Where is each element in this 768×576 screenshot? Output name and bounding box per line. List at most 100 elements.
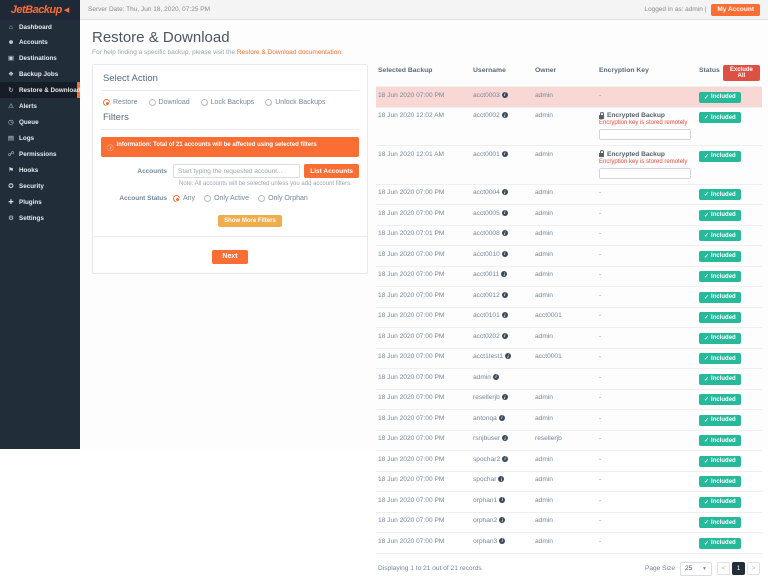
account-info-icon[interactable]: i <box>502 92 508 98</box>
sidebar-item-hooks[interactable]: ⚑ Hooks <box>0 162 80 178</box>
sidebar-item-settings[interactable]: ⚙ Settings <box>0 210 80 226</box>
app-logo[interactable]: JetBackup ◀ <box>0 0 80 20</box>
header-selected-backup[interactable]: Selected Backup <box>376 61 471 79</box>
sidebar-collapse-icon[interactable]: ◀ <box>64 6 69 14</box>
account-info-icon[interactable]: i <box>498 476 504 482</box>
next-button[interactable]: Next <box>212 250 247 264</box>
backup-username: antonqai <box>471 410 533 426</box>
encryption-key-cell: Encrypted BackupEncryption key is stored… <box>597 146 697 184</box>
radio-icon[interactable] <box>204 195 211 202</box>
included-toggle-button[interactable]: ✓Included <box>699 151 741 162</box>
header-owner[interactable]: Owner <box>533 61 597 79</box>
status-radio-any[interactable]: Any <box>173 195 195 202</box>
sidebar-item-accounts[interactable]: ☻ Accounts <box>0 35 80 50</box>
included-toggle-button[interactable]: ✓Included <box>699 112 741 123</box>
action-radio-unlock-backups[interactable]: Unlock Backups <box>265 99 325 106</box>
account-info-icon[interactable]: i <box>502 312 508 318</box>
table-row: 18 Jun 2020 12:01 AM acct0001i admin Enc… <box>376 146 762 185</box>
included-toggle-button[interactable]: ✓Included <box>699 476 741 487</box>
radio-icon[interactable] <box>103 99 110 106</box>
exclude-all-button[interactable]: Exclude All <box>723 65 760 81</box>
sidebar-item-security[interactable]: ✪ Security <box>0 178 80 194</box>
accounts-input[interactable] <box>173 164 300 178</box>
encryption-key-input[interactable] <box>599 129 691 140</box>
account-info-icon[interactable]: i <box>499 517 505 523</box>
prev-page-button[interactable]: < <box>717 562 730 575</box>
header-username[interactable]: Username <box>471 61 533 79</box>
included-toggle-button[interactable]: ✓Included <box>699 394 741 405</box>
backup-username: acct0002i <box>471 108 533 124</box>
docs-link[interactable]: Restore & Download documentation. <box>237 49 343 56</box>
radio-icon[interactable] <box>201 99 208 106</box>
sidebar-item-queue[interactable]: ◷ Queue <box>0 114 80 130</box>
included-toggle-button[interactable]: ✓Included <box>699 353 741 364</box>
account-info-icon[interactable]: i <box>493 374 499 380</box>
account-info-icon[interactable]: i <box>502 292 508 298</box>
sidebar-item-plugins[interactable]: ✚ Plugins <box>0 194 80 210</box>
action-radio-group: Restore Download Lock Backups Unlock Backup… <box>93 91 367 109</box>
table-row: 18 Jun 2020 07:00 PM orphan1i admin - ✓I… <box>376 492 762 513</box>
account-info-icon[interactable]: i <box>502 333 508 339</box>
included-toggle-button[interactable]: ✓Included <box>699 415 741 426</box>
encryption-key-cell: - <box>597 492 697 508</box>
account-info-icon[interactable]: i <box>499 415 505 421</box>
included-toggle-button[interactable]: ✓Included <box>699 517 741 528</box>
included-toggle-button[interactable]: ✓Included <box>699 333 741 344</box>
encryption-key-cell: - <box>597 451 697 467</box>
included-toggle-button[interactable]: ✓Included <box>699 251 741 262</box>
radio-icon[interactable] <box>173 195 180 202</box>
account-info-icon[interactable]: i <box>499 538 505 544</box>
included-toggle-button[interactable]: ✓Included <box>699 435 741 446</box>
sidebar-item-destinations[interactable]: ▣ Destinations <box>0 50 80 66</box>
my-account-button[interactable]: My Account <box>711 4 760 16</box>
included-toggle-button[interactable]: ✓Included <box>699 271 741 282</box>
sidebar-item-permissions[interactable]: ☍ Permissions <box>0 146 80 162</box>
sidebar-item-dashboard[interactable]: ⌂ Dashboard <box>0 20 80 35</box>
table-row: 18 Jun 2020 07:00 PM acct0005i admin - ✓… <box>376 205 762 226</box>
header-encryption-key[interactable]: Encryption Key <box>597 61 697 79</box>
account-info-icon[interactable]: i <box>502 112 508 118</box>
included-toggle-button[interactable]: ✓Included <box>699 210 741 221</box>
account-info-icon[interactable]: i <box>502 230 508 236</box>
action-radio-download[interactable]: Download <box>149 99 190 106</box>
included-toggle-button[interactable]: ✓Included <box>699 374 741 385</box>
included-toggle-button[interactable]: ✓Included <box>699 292 741 303</box>
included-toggle-button[interactable]: ✓Included <box>699 538 741 549</box>
action-radio-restore[interactable]: Restore <box>103 99 138 106</box>
account-info-icon[interactable]: i <box>505 353 511 359</box>
included-toggle-button[interactable]: ✓Included <box>699 189 741 200</box>
sidebar-item-logs[interactable]: ▤ Logs <box>0 130 80 146</box>
included-toggle-button[interactable]: ✓Included <box>699 230 741 241</box>
server-date: Server Date: Thu, Jun 18, 2020, 07:25 PM <box>88 6 210 13</box>
account-info-icon[interactable]: i <box>502 210 508 216</box>
included-toggle-button[interactable]: ✓Included <box>699 92 741 103</box>
list-accounts-button[interactable]: List Accounts <box>304 164 359 178</box>
account-info-icon[interactable]: i <box>502 151 508 157</box>
table-row: 18 Jun 2020 07:00 PM admini - ✓Included <box>376 369 762 390</box>
included-toggle-button[interactable]: ✓Included <box>699 312 741 323</box>
file-icon: ▤ <box>7 134 15 142</box>
radio-icon[interactable] <box>265 99 272 106</box>
account-info-icon[interactable]: i <box>502 394 508 400</box>
status-radio-only-orphan[interactable]: Only Orphan <box>258 195 308 202</box>
sidebar-item-backup-jobs[interactable]: ❖ Backup Jobs <box>0 66 80 82</box>
next-page-button[interactable]: > <box>747 562 760 575</box>
status-radio-only-active[interactable]: Only Active <box>204 195 249 202</box>
included-toggle-button[interactable]: ✓Included <box>699 497 741 508</box>
account-info-icon[interactable]: i <box>502 189 508 195</box>
radio-icon[interactable] <box>149 99 156 106</box>
account-info-icon[interactable]: i <box>502 251 508 257</box>
included-toggle-button[interactable]: ✓Included <box>699 456 741 467</box>
action-radio-lock-backups[interactable]: Lock Backups <box>201 99 255 106</box>
sidebar-item-alerts[interactable]: ⚠ Alerts <box>0 98 80 114</box>
account-info-icon[interactable]: i <box>501 271 507 277</box>
show-more-filters-button[interactable]: Show More Filters <box>218 215 282 227</box>
page-size-select[interactable]: 25 ▼ <box>680 562 712 576</box>
radio-icon[interactable] <box>258 195 265 202</box>
page-1-button[interactable]: 1 <box>732 562 745 575</box>
sidebar-item-restore-download[interactable]: ↻ Restore & Download <box>0 82 80 98</box>
encryption-key-input[interactable] <box>599 168 691 179</box>
account-info-icon[interactable]: i <box>502 456 508 462</box>
account-info-icon[interactable]: i <box>502 435 508 441</box>
account-info-icon[interactable]: i <box>499 497 505 503</box>
